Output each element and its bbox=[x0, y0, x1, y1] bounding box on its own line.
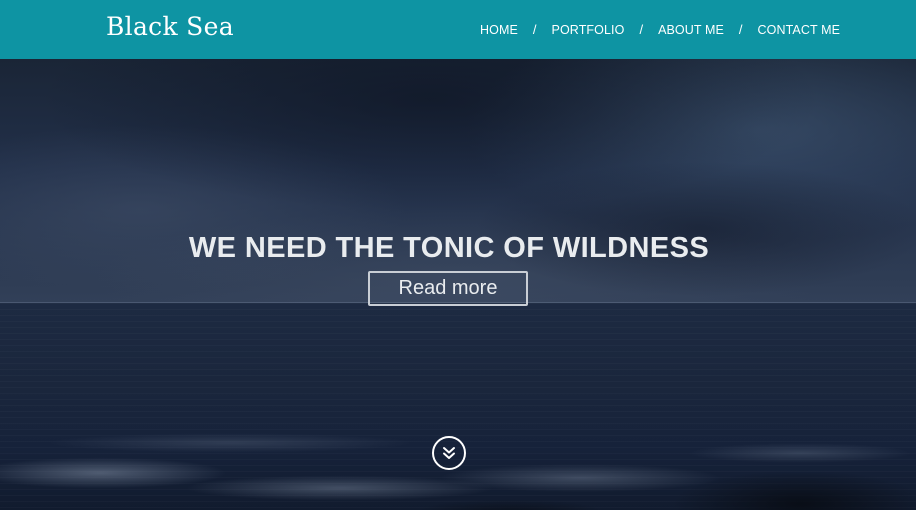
site-logo[interactable]: Black Sea bbox=[106, 12, 234, 41]
page: Black Sea HOME / PORTFOLIO / ABOUT ME / … bbox=[0, 0, 916, 510]
top-navigation-bar: Black Sea HOME / PORTFOLIO / ABOUT ME / … bbox=[0, 0, 916, 59]
main-nav: HOME / PORTFOLIO / ABOUT ME / CONTACT ME bbox=[480, 0, 840, 59]
nav-separator: / bbox=[738, 22, 743, 37]
double-chevron-down-icon bbox=[443, 447, 455, 459]
nav-home-link[interactable]: HOME bbox=[480, 23, 518, 37]
read-more-button[interactable]: Read more bbox=[368, 271, 528, 306]
shore-rocks bbox=[640, 454, 916, 510]
nav-about-link[interactable]: ABOUT ME bbox=[658, 23, 724, 37]
shore-rocks-small bbox=[360, 484, 660, 510]
nav-contact-link[interactable]: CONTACT ME bbox=[758, 23, 840, 37]
nav-separator: / bbox=[532, 22, 537, 37]
nav-separator: / bbox=[639, 22, 644, 37]
scroll-down-button[interactable] bbox=[432, 436, 466, 470]
nav-portfolio-link[interactable]: PORTFOLIO bbox=[552, 23, 625, 37]
hero-headline: WE NEED THE TONIC OF WILDNESS bbox=[188, 232, 710, 265]
